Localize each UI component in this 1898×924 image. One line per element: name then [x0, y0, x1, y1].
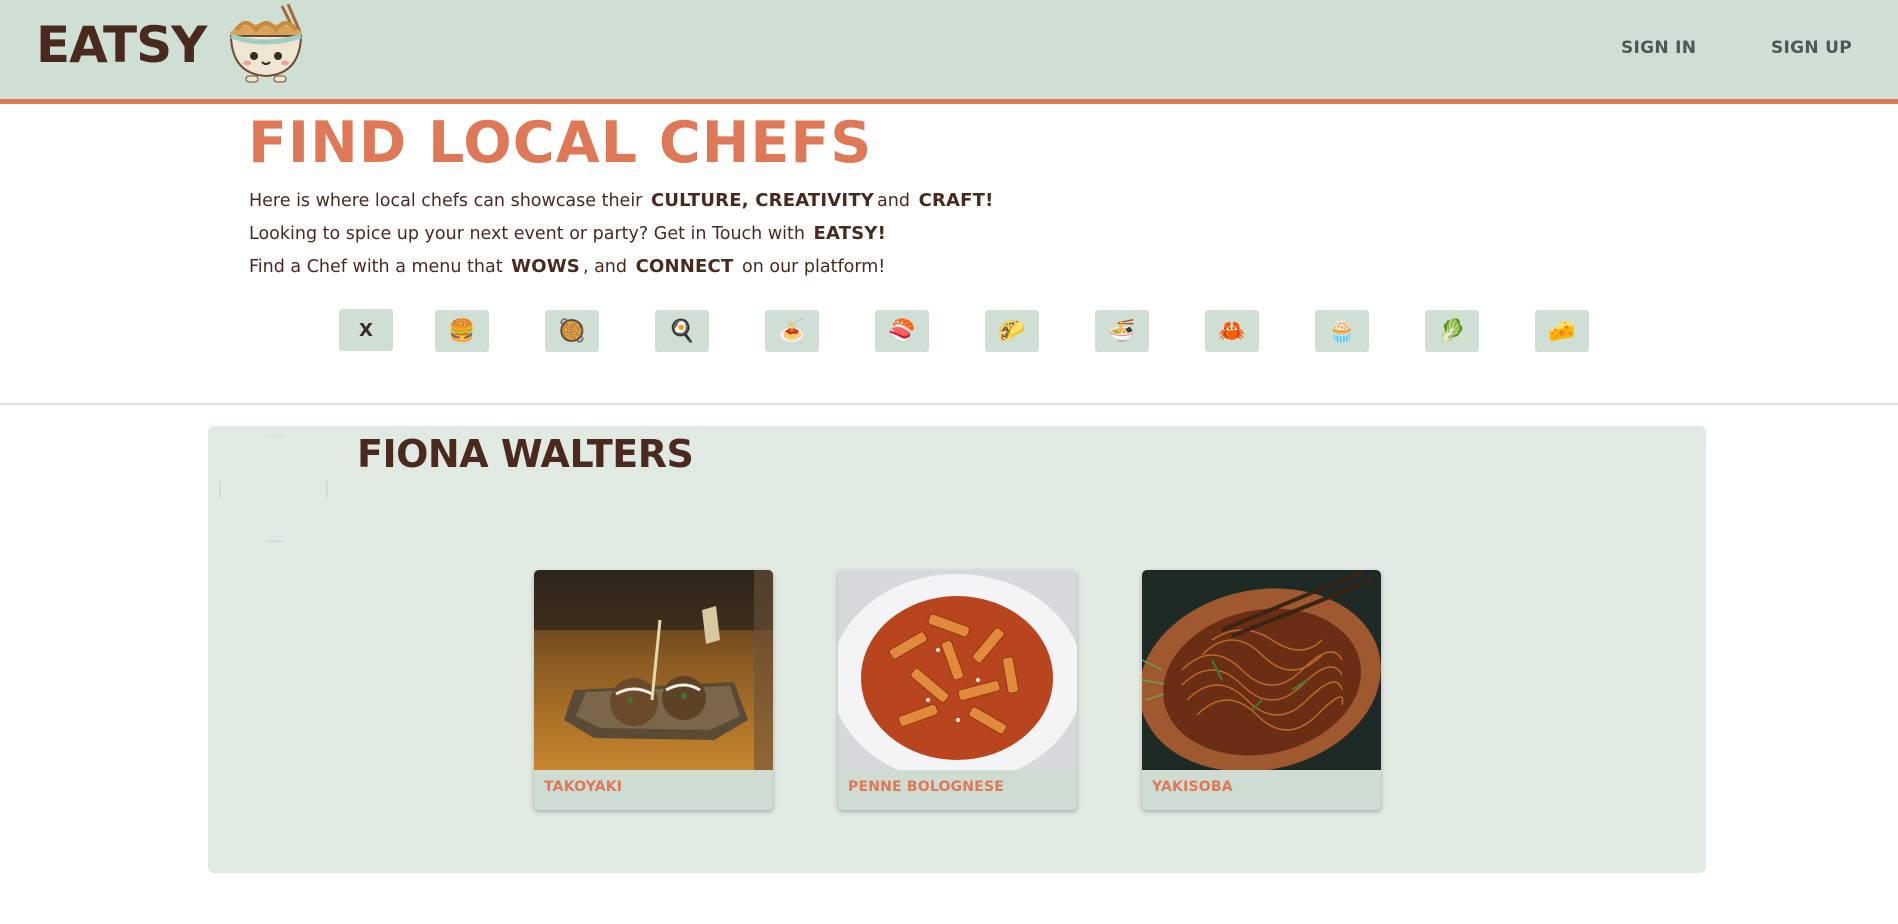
logo-text[interactable]: EATSY	[36, 16, 207, 74]
dish-name: PENNE BOLOGNESE	[848, 779, 1005, 795]
hero-line-3-bold-2: CONNECT	[635, 256, 734, 277]
vegetable-icon: 🥬	[1438, 318, 1466, 344]
pasta-icon: 🍝	[778, 318, 806, 344]
category-filter-button[interactable]: 🍝	[765, 310, 819, 352]
category-filter-button[interactable]: 🍜	[1095, 310, 1149, 352]
category-filter-button[interactable]: 🍳	[655, 310, 709, 352]
crab-icon: 🦀	[1218, 318, 1246, 344]
category-filter-button[interactable]: 🦀	[1205, 310, 1259, 352]
hero-line-1-text: Here is where local chefs can showcase t…	[249, 191, 643, 211]
section-divider	[0, 403, 1898, 405]
hero-line-1-mid: and	[877, 191, 910, 211]
category-filter-button[interactable]: 🥬	[1425, 310, 1479, 352]
page-title: FIND LOCAL CHEFS	[248, 110, 873, 176]
sign-in-link[interactable]: SIGN IN	[1621, 38, 1696, 58]
category-filter-button[interactable]: 🧀	[1535, 310, 1589, 352]
takoyaki-photo	[534, 570, 773, 770]
hero-line-3-post: on our platform!	[742, 257, 886, 277]
dish-card-yakisoba[interactable]: YAKISOBA	[1142, 570, 1381, 810]
cupcake-icon: 🧁	[1328, 318, 1356, 344]
dish-name: YAKISOBA	[1152, 779, 1233, 795]
category-filter-button[interactable]: 🌮	[985, 310, 1039, 352]
cheese-icon: 🧀	[1548, 318, 1576, 344]
penne-bolognese-photo	[838, 570, 1077, 770]
paella-icon: 🥘	[558, 318, 586, 344]
hero-line-2-text: Looking to spice up your next event or p…	[249, 224, 805, 244]
hero-line-1-bold-2: CRAFT!	[918, 190, 994, 211]
yakisoba-photo	[1142, 570, 1381, 770]
taco-icon: 🌮	[998, 318, 1026, 344]
hero-line-1-bold-1: CULTURE, CREATIVITY	[650, 190, 875, 211]
sign-up-link[interactable]: SIGN UP	[1771, 38, 1852, 58]
chef-name[interactable]: FIONA WALTERS	[357, 432, 694, 476]
chef-avatar[interactable]	[219, 436, 329, 542]
burger-icon: 🍔	[448, 318, 476, 344]
dish-name: TAKOYAKI	[544, 779, 623, 795]
dish-card-takoyaki[interactable]: TAKOYAKI	[534, 570, 773, 810]
noodle-bowl-icon: 🍜	[1108, 318, 1136, 344]
sushi-icon: 🍣	[888, 318, 916, 344]
category-filter-button[interactable]: 🍣	[875, 310, 929, 352]
category-filter-button[interactable]: 🧁	[1315, 310, 1369, 352]
category-filter-button[interactable]: 🥘	[545, 310, 599, 352]
dish-card-penne-bolognese[interactable]: PENNE BOLOGNESE	[838, 570, 1077, 810]
hero-line-3-mid: , and	[582, 257, 628, 277]
category-filter-button[interactable]: 🍔	[435, 310, 489, 352]
hero-line-2-bold-1: EATSY!	[813, 223, 887, 244]
hero-line-2: Looking to spice up your next event or p…	[249, 223, 889, 244]
site-header: EATSY SIGN IN SIGN UP	[0, 0, 1898, 104]
noodle-bowl-mascot-logo[interactable]	[226, 4, 310, 86]
hero-line-3-bold-1: WOWS	[511, 256, 580, 277]
hero-line-1: Here is where local chefs can showcase t…	[249, 190, 997, 211]
clear-filter-button[interactable]: X	[339, 309, 393, 351]
fried-egg-icon: 🍳	[668, 318, 696, 344]
hero-line-3-text: Find a Chef with a menu that	[249, 257, 503, 277]
hero-line-3: Find a Chef with a menu that WOWS, and C…	[249, 256, 885, 277]
